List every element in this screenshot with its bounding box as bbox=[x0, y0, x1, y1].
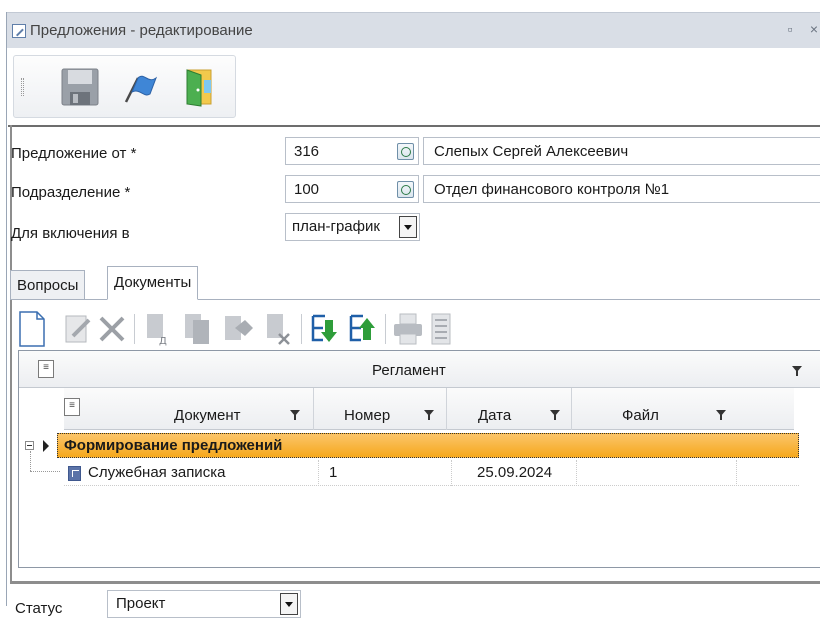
collapse-icon[interactable] bbox=[25, 441, 34, 450]
group-row[interactable]: Формирование предложений bbox=[57, 433, 799, 458]
cell-number: 1 bbox=[319, 460, 452, 486]
lookup-icon[interactable] bbox=[397, 181, 414, 198]
column-label: Файл bbox=[622, 407, 659, 424]
report-icon[interactable] bbox=[425, 310, 459, 348]
current-row-indicator-icon bbox=[40, 436, 54, 456]
document-icon bbox=[68, 466, 81, 481]
flag-icon[interactable] bbox=[118, 66, 160, 108]
new-document-icon[interactable] bbox=[15, 310, 49, 348]
cell-document: Служебная записка bbox=[64, 460, 319, 486]
documents-toolbar: Д bbox=[15, 310, 820, 350]
document-open-icon[interactable] bbox=[221, 310, 255, 348]
band-title: Регламент bbox=[372, 362, 446, 379]
proposal-from-name-value: Слепых Сергей Алексеевич bbox=[434, 143, 629, 160]
edit-window-icon bbox=[12, 24, 26, 38]
delete-icon[interactable] bbox=[95, 310, 129, 348]
close-button[interactable]: × bbox=[805, 21, 820, 37]
print-icon[interactable] bbox=[391, 310, 425, 348]
band-header: ≡ Регламент bbox=[19, 351, 820, 388]
svg-text:Д: Д bbox=[159, 336, 167, 347]
title-bar: Предложения - редактирование ▫ × bbox=[7, 12, 820, 48]
cell-file bbox=[577, 460, 737, 486]
toolbar-separator bbox=[385, 314, 386, 344]
column-chooser-icon[interactable]: ≡ bbox=[38, 360, 54, 378]
export-icon[interactable] bbox=[345, 310, 379, 348]
include-in-value: план-график bbox=[292, 218, 380, 235]
tab-documents[interactable]: Документы bbox=[107, 266, 199, 300]
column-label: Номер bbox=[344, 407, 391, 424]
column-header-date[interactable]: Дата bbox=[447, 388, 572, 430]
proposal-from-label: Предложение от * bbox=[11, 145, 137, 162]
table-row[interactable]: Служебная записка 1 25.09.2024 bbox=[64, 460, 799, 486]
chevron-down-icon[interactable] bbox=[399, 216, 417, 238]
tree-line bbox=[30, 451, 31, 471]
include-in-label: Для включения в bbox=[11, 225, 130, 242]
filter-icon[interactable] bbox=[792, 366, 802, 376]
department-code-value: 100 bbox=[294, 181, 320, 198]
toolbar-separator bbox=[301, 314, 302, 344]
documents-icon[interactable] bbox=[181, 310, 215, 348]
document-d-icon[interactable]: Д bbox=[141, 310, 175, 348]
column-header-number[interactable]: Номер bbox=[314, 388, 447, 430]
proposal-from-name-field[interactable]: Слепых Сергей Алексеевич bbox=[423, 137, 820, 165]
bottom-divider bbox=[10, 581, 820, 584]
filter-icon[interactable] bbox=[716, 410, 726, 420]
filter-icon[interactable] bbox=[290, 410, 300, 420]
chevron-down-icon[interactable] bbox=[280, 593, 298, 615]
department-code-field[interactable]: 100 bbox=[285, 175, 419, 203]
document-remove-icon[interactable] bbox=[261, 310, 295, 348]
edit-document-icon[interactable] bbox=[61, 310, 95, 348]
save-icon[interactable] bbox=[59, 66, 101, 108]
column-header-row: ≡ Документ Номер Дата Файл bbox=[64, 388, 794, 430]
status-value: Проект bbox=[116, 595, 166, 612]
column-label: Дата bbox=[478, 407, 512, 424]
status-label: Статус bbox=[15, 600, 63, 617]
include-in-select[interactable]: план-график bbox=[285, 213, 420, 241]
documents-grid: ≡ Регламент ≡ Документ Номер Дата Файл Ф… bbox=[18, 350, 820, 568]
department-name-field[interactable]: Отдел финансового контроля №1 bbox=[423, 175, 820, 203]
import-icon[interactable] bbox=[307, 310, 341, 348]
filter-icon[interactable] bbox=[424, 410, 434, 420]
proposal-from-code-value: 316 bbox=[294, 143, 320, 160]
toolbar-grip[interactable] bbox=[21, 78, 24, 96]
tree-line bbox=[30, 471, 60, 472]
cell-date: 25.09.2024 bbox=[452, 460, 577, 486]
cell-document-text: Служебная записка bbox=[88, 464, 226, 481]
department-label: Подразделение * bbox=[11, 184, 131, 201]
toolbar-separator bbox=[134, 314, 135, 344]
column-header-document[interactable]: Документ bbox=[64, 388, 314, 430]
restore-button[interactable]: ▫ bbox=[781, 21, 799, 37]
filter-icon[interactable] bbox=[550, 410, 560, 420]
window-title: Предложения - редактирование bbox=[30, 22, 253, 39]
department-name-value: Отдел финансового контроля №1 bbox=[434, 181, 670, 198]
tab-questions[interactable]: Вопросы bbox=[10, 270, 86, 300]
exit-door-icon[interactable] bbox=[177, 66, 219, 108]
form-divider bbox=[8, 125, 820, 127]
main-toolbar bbox=[13, 55, 236, 118]
editor-window: Предложения - редактирование ▫ × Предлож… bbox=[6, 12, 820, 618]
lookup-icon[interactable] bbox=[397, 143, 414, 160]
column-label: Документ bbox=[174, 407, 241, 424]
proposal-from-code-field[interactable]: 316 bbox=[285, 137, 419, 165]
status-select[interactable]: Проект bbox=[107, 590, 301, 618]
column-header-file[interactable]: Файл bbox=[572, 388, 794, 430]
group-label: Формирование предложений bbox=[64, 437, 283, 454]
